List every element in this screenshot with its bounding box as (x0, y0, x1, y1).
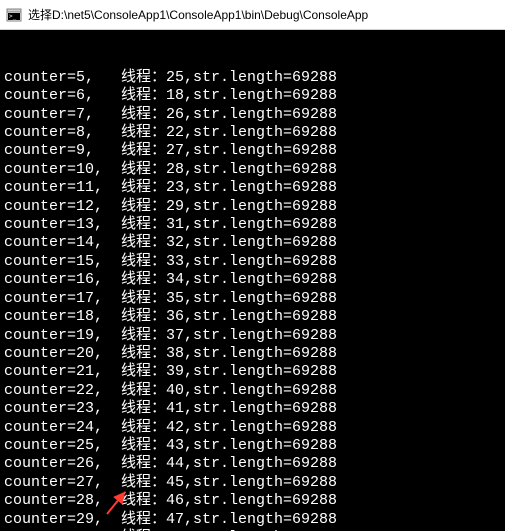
console-line: counter=8, 线程：22,str.length=69288 (4, 124, 501, 142)
console-line: counter=21, 线程：39,str.length=69288 (4, 363, 501, 381)
console-line: counter=25, 线程：43,str.length=69288 (4, 437, 501, 455)
console-line: counter=7, 线程：26,str.length=69288 (4, 106, 501, 124)
console-line: counter=22, 线程：40,str.length=69288 (4, 382, 501, 400)
console-line: counter=12, 线程：29,str.length=69288 (4, 198, 501, 216)
console-line: counter=29, 线程：47,str.length=69288 (4, 511, 501, 529)
console-line: counter=27, 线程：45,str.length=69288 (4, 474, 501, 492)
console-line: counter=9, 线程：27,str.length=69288 (4, 142, 501, 160)
title-bar[interactable]: >_ 选择D:\net5\ConsoleApp1\ConsoleApp1\bin… (0, 0, 505, 30)
console-line: counter=17, 线程：35,str.length=69288 (4, 290, 501, 308)
svg-text:>_: >_ (9, 13, 17, 20)
console-line: counter=11, 线程：23,str.length=69288 (4, 179, 501, 197)
console-line: counter=24, 线程：42,str.length=69288 (4, 419, 501, 437)
console-line: counter=19, 线程：37,str.length=69288 (4, 327, 501, 345)
console-line: counter=5, 线程：25,str.length=69288 (4, 69, 501, 87)
console-line: counter=14, 线程：32,str.length=69288 (4, 234, 501, 252)
console-app-icon: >_ (6, 7, 22, 23)
console-line: counter=16, 线程：34,str.length=69288 (4, 271, 501, 289)
console-line: counter=15, 线程：33,str.length=69288 (4, 253, 501, 271)
console-line: counter=18, 线程：36,str.length=69288 (4, 308, 501, 326)
console-line: counter=28, 线程：46,str.length=69288 (4, 492, 501, 510)
console-line: counter=13, 线程：31,str.length=69288 (4, 216, 501, 234)
console-line: counter=20, 线程：38,str.length=69288 (4, 345, 501, 363)
console-line: counter=6, 线程：18,str.length=69288 (4, 87, 501, 105)
window-title: 选择D:\net5\ConsoleApp1\ConsoleApp1\bin\De… (28, 6, 368, 23)
console-line: counter=10, 线程：28,str.length=69288 (4, 161, 501, 179)
console-line: counter=26, 线程：44,str.length=69288 (4, 455, 501, 473)
console-line: counter=23, 线程：41,str.length=69288 (4, 400, 501, 418)
console-output[interactable]: counter=5, 线程：25,str.length=69288counter… (0, 30, 505, 531)
